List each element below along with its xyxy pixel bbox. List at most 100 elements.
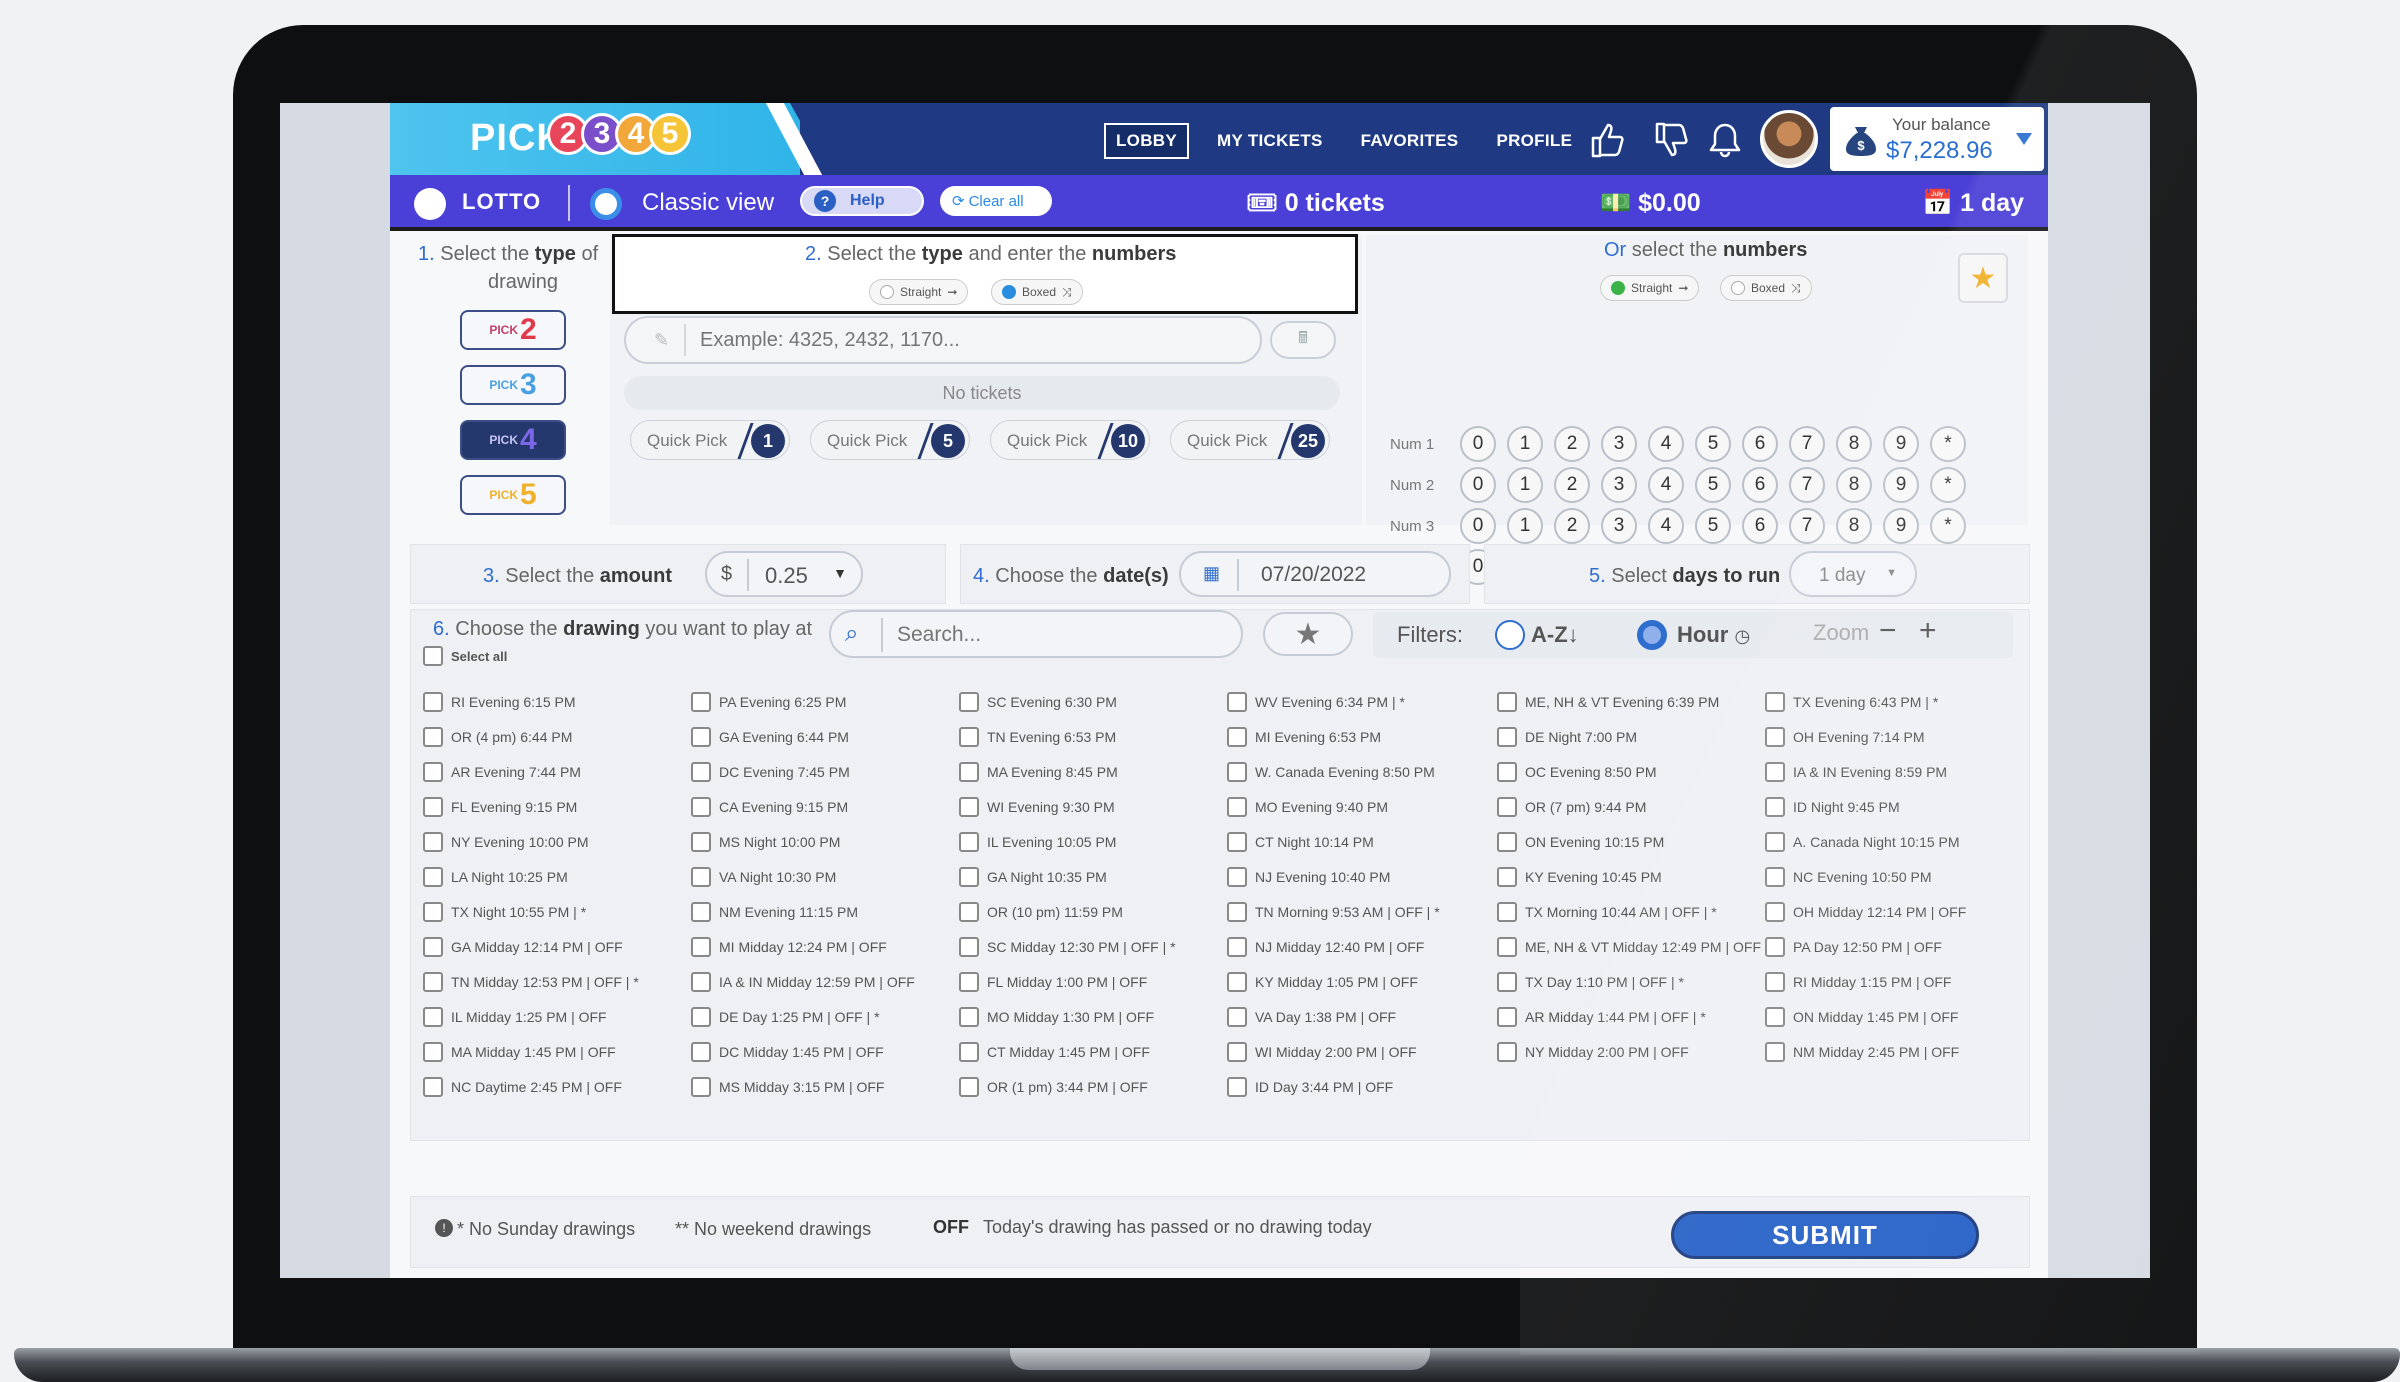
drawing-item[interactable]: TX Morning 10:44 AM | OFF | *	[1497, 902, 1717, 922]
drawing-checkbox[interactable]	[691, 797, 711, 817]
date-picker[interactable]: ▦ 07/20/2022	[1179, 551, 1451, 597]
number-bubble[interactable]: 1	[1507, 426, 1543, 462]
help-button[interactable]: ? Help	[800, 186, 924, 216]
number-bubble[interactable]: 8	[1836, 426, 1872, 462]
drawing-checkbox[interactable]	[423, 727, 443, 747]
number-bubble[interactable]: 4	[1648, 467, 1684, 503]
number-bubble[interactable]: 3	[1601, 426, 1637, 462]
drawing-checkbox[interactable]	[959, 797, 979, 817]
drawing-checkbox[interactable]	[1765, 727, 1785, 747]
number-bubble[interactable]: 2	[1554, 426, 1590, 462]
drawing-checkbox[interactable]	[423, 1077, 443, 1097]
select-all[interactable]: Select all	[423, 646, 507, 666]
number-bubble[interactable]: 9	[1883, 467, 1919, 503]
drawing-checkbox[interactable]	[691, 1042, 711, 1062]
lotto-toggle[interactable]	[414, 188, 446, 220]
drawing-item[interactable]: OR (4 pm) 6:44 PM	[423, 727, 572, 747]
drawing-checkbox[interactable]	[1227, 902, 1247, 922]
quick-pick-1-button[interactable]: Quick Pick 1	[630, 420, 790, 460]
drawing-item[interactable]: WI Evening 9:30 PM	[959, 797, 1115, 817]
drawing-checkbox[interactable]	[423, 867, 443, 887]
drawing-item[interactable]: ME, NH & VT Evening 6:39 PM	[1497, 692, 1719, 712]
drawing-item[interactable]: RI Evening 6:15 PM	[423, 692, 576, 712]
thumbs-down-icon[interactable]	[1648, 117, 1694, 163]
straight-option[interactable]: Straight ➞	[869, 279, 969, 305]
drawing-checkbox[interactable]	[959, 1077, 979, 1097]
drawing-checkbox[interactable]	[423, 972, 443, 992]
drawing-item[interactable]: TX Evening 6:43 PM | *	[1765, 692, 1938, 712]
drawing-checkbox[interactable]	[1227, 1007, 1247, 1027]
drawing-item[interactable]: OH Midday 12:14 PM | OFF	[1765, 902, 1966, 922]
favorite-star-button[interactable]: ★	[1958, 253, 2008, 303]
zoom-in-button[interactable]: +	[1919, 614, 1937, 648]
drawing-checkbox[interactable]	[1497, 692, 1517, 712]
drawing-item[interactable]: TN Morning 9:53 AM | OFF | *	[1227, 902, 1440, 922]
drawing-item[interactable]: PA Day 12:50 PM | OFF	[1765, 937, 1942, 957]
drawing-item[interactable]: IA & IN Midday 12:59 PM | OFF	[691, 972, 915, 992]
drawing-item[interactable]: ME, NH & VT Midday 12:49 PM | OFF	[1497, 937, 1761, 957]
numbers-input[interactable]	[700, 326, 1240, 354]
drawing-item[interactable]: TX Day 1:10 PM | OFF | *	[1497, 972, 1684, 992]
drawing-item[interactable]: GA Night 10:35 PM	[959, 867, 1107, 887]
drawing-checkbox[interactable]	[691, 1007, 711, 1027]
drawing-item[interactable]: DC Evening 7:45 PM	[691, 762, 850, 782]
drawing-checkbox[interactable]	[1765, 692, 1785, 712]
drawing-item[interactable]: MA Evening 8:45 PM	[959, 762, 1118, 782]
drawing-checkbox[interactable]	[1227, 762, 1247, 782]
drawing-checkbox[interactable]	[423, 937, 443, 957]
zoom-out-button[interactable]: −	[1879, 614, 1897, 648]
quick-pick-5-button[interactable]: Quick Pick 5	[810, 420, 970, 460]
drawing-item[interactable]: MI Evening 6:53 PM	[1227, 727, 1381, 747]
drawing-item[interactable]: NY Midday 2:00 PM | OFF	[1497, 1042, 1689, 1062]
number-bubble[interactable]: 7	[1789, 426, 1825, 462]
grid-straight-option[interactable]: Straight ➞	[1600, 275, 1700, 301]
type-pick3-button[interactable]: PICK 3	[460, 365, 566, 405]
submit-button[interactable]: SUBMIT	[1671, 1211, 1979, 1259]
drawing-item[interactable]: TX Night 10:55 PM | *	[423, 902, 586, 922]
drawing-checkbox[interactable]	[959, 937, 979, 957]
drawing-item[interactable]: CT Night 10:14 PM	[1227, 832, 1374, 852]
number-bubble[interactable]: 8	[1836, 508, 1872, 544]
drawing-item[interactable]: ID Night 9:45 PM	[1765, 797, 1900, 817]
drawing-checkbox[interactable]	[1227, 797, 1247, 817]
drawing-checkbox[interactable]	[423, 692, 443, 712]
number-bubble[interactable]: 4	[1648, 508, 1684, 544]
days-select[interactable]: 1 day ▼	[1789, 551, 1917, 597]
drawing-item[interactable]: AR Midday 1:44 PM | OFF | *	[1497, 1007, 1706, 1027]
drawing-item[interactable]: W. Canada Evening 8:50 PM	[1227, 762, 1435, 782]
number-bubble[interactable]: 4	[1648, 426, 1684, 462]
drawing-item[interactable]: MA Midday 1:45 PM | OFF	[423, 1042, 616, 1062]
drawing-checkbox[interactable]	[423, 797, 443, 817]
drawing-item[interactable]: DE Night 7:00 PM	[1497, 727, 1637, 747]
amount-select[interactable]: $ 0.25 ▼	[705, 551, 863, 597]
drawing-checkbox[interactable]	[1765, 902, 1785, 922]
nav-favorites[interactable]: FAVORITES	[1351, 125, 1469, 157]
type-pick2-button[interactable]: PICK 2	[460, 310, 566, 350]
drawing-checkbox[interactable]	[1497, 762, 1517, 782]
drawing-item[interactable]: ON Evening 10:15 PM	[1497, 832, 1664, 852]
drawing-checkbox[interactable]	[691, 832, 711, 852]
drawing-checkbox[interactable]	[1497, 832, 1517, 852]
number-bubble[interactable]: 6	[1742, 467, 1778, 503]
drawing-checkbox[interactable]	[1227, 937, 1247, 957]
drawing-item[interactable]: SC Evening 6:30 PM	[959, 692, 1117, 712]
number-bubble[interactable]: 0	[1460, 467, 1496, 503]
drawing-item[interactable]: VA Night 10:30 PM	[691, 867, 836, 887]
drawing-item[interactable]: MO Midday 1:30 PM | OFF	[959, 1007, 1154, 1027]
drawing-item[interactable]: NJ Midday 12:40 PM | OFF	[1227, 937, 1424, 957]
drawing-item[interactable]: FL Evening 9:15 PM	[423, 797, 577, 817]
number-bubble[interactable]: 8	[1836, 467, 1872, 503]
drawing-item[interactable]: DE Day 1:25 PM | OFF | *	[691, 1007, 880, 1027]
drawing-checkbox[interactable]	[691, 692, 711, 712]
drawing-checkbox[interactable]	[423, 762, 443, 782]
drawing-item[interactable]: GA Evening 6:44 PM	[691, 727, 849, 747]
drawing-item[interactable]: ID Day 3:44 PM | OFF	[1227, 1077, 1393, 1097]
number-bubble[interactable]: 7	[1789, 508, 1825, 544]
chevron-down-icon[interactable]	[2014, 131, 2034, 147]
drawing-item[interactable]: NJ Evening 10:40 PM	[1227, 867, 1390, 887]
drawing-checkbox[interactable]	[959, 1007, 979, 1027]
drawing-item[interactable]: OR (7 pm) 9:44 PM	[1497, 797, 1646, 817]
quick-pick-25-button[interactable]: Quick Pick 25	[1170, 420, 1330, 460]
number-bubble[interactable]: *	[1930, 467, 1966, 503]
calculator-button[interactable]: 🖩	[1270, 321, 1336, 359]
